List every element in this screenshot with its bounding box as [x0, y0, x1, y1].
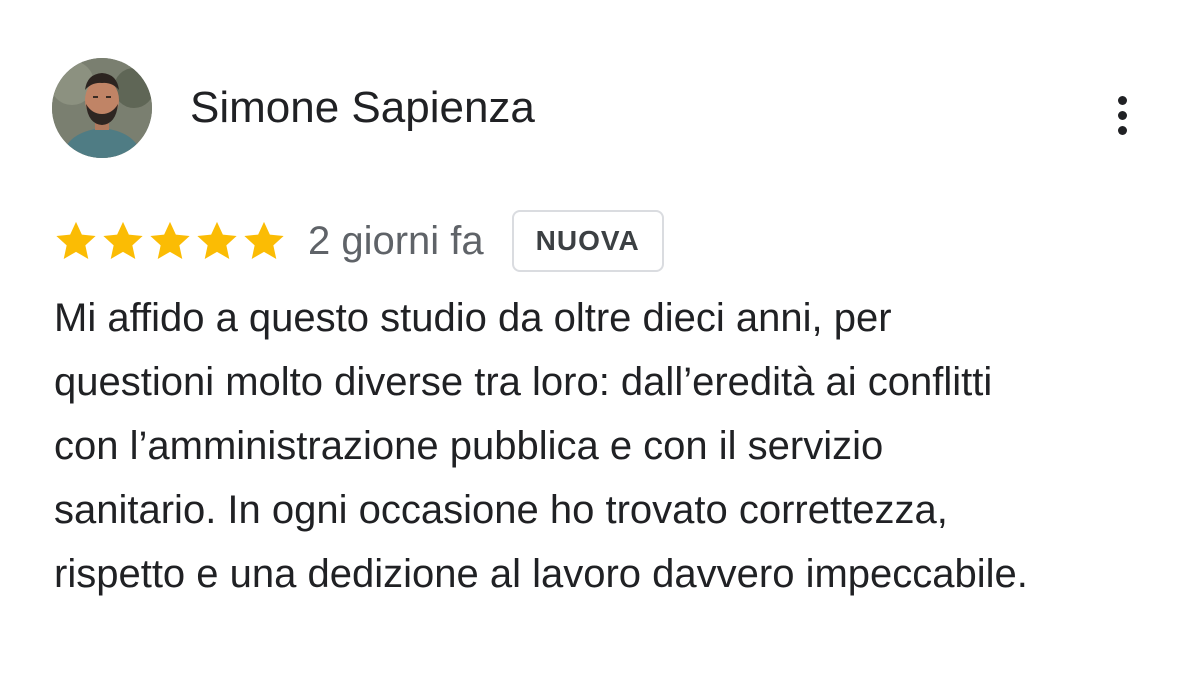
- review-text-line: questioni molto diverse tra loro: dall’e…: [54, 360, 993, 404]
- review-text-line: sanitario. In ogni occasione ho trovato …: [54, 488, 948, 532]
- profile-photo-icon: [52, 58, 152, 158]
- review-card: Simone Sapienza 2 giorni fa NUOVA Mi aff…: [0, 0, 1200, 675]
- more-vert-icon-dot-bottom: [1117, 125, 1127, 135]
- review-meta-row: 2 giorni fa NUOVA: [54, 208, 664, 274]
- star-icon: [244, 221, 284, 259]
- more-vert-icon-dot-middle: [1117, 110, 1127, 120]
- star-icon: [103, 221, 143, 259]
- review-text-line: con l’amministrazione pubblica e con il …: [54, 424, 884, 468]
- review-text-line: Mi affido a questo studio da oltre dieci…: [54, 296, 892, 340]
- avatar[interactable]: [52, 58, 152, 158]
- review-text: Mi affido a questo studio da oltre dieci…: [54, 286, 1164, 606]
- star-icon: [150, 221, 190, 259]
- author-name[interactable]: Simone Sapienza: [190, 82, 535, 134]
- star-rating: [54, 219, 286, 263]
- more-vert-icon-dot-top: [1117, 95, 1127, 105]
- review-text-line: rispetto e una dedizione al lavoro davve…: [54, 552, 1028, 596]
- star-icon: [197, 221, 237, 259]
- star-icon: [56, 221, 96, 259]
- new-badge: NUOVA: [511, 210, 664, 272]
- review-date: 2 giorni fa: [308, 218, 484, 263]
- more-options-button[interactable]: [1100, 90, 1144, 140]
